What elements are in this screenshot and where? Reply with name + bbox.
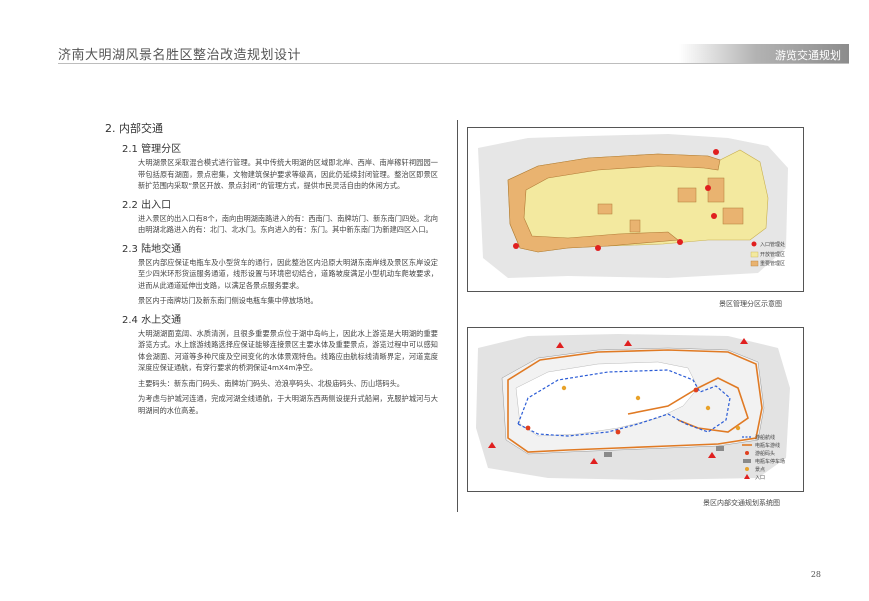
paragraph-land-1: 景区内部应保证电瓶车及小型货车的通行，因此整治区内沿原大明湖东南岸线及景区东岸设… xyxy=(138,257,438,290)
subsection-title-entrances: 2.2 出入口 xyxy=(122,199,172,211)
legend-label: 景点 xyxy=(755,466,765,473)
boat-pier xyxy=(693,387,699,393)
subsection-title-land: 2.3 陆地交通 xyxy=(122,243,182,255)
scenic-spot xyxy=(635,395,641,401)
paragraph-entrances: 进入景区的出入口有8个，南向由明湖南路进入的有：西南门、南牌坊门、新东南门四处。… xyxy=(138,213,438,235)
legend-label: 电瓶车游线 xyxy=(755,442,780,449)
paragraph-water-1: 大明湖湖面宽阔、水质清洌，且很多重要景点位于湖中岛屿上，因此水上游览是大明湖的重… xyxy=(138,328,438,373)
entrance-marker xyxy=(713,149,719,155)
cart-parking xyxy=(716,446,724,451)
scenic-spot xyxy=(561,385,567,391)
entrance-marker xyxy=(705,185,711,191)
section-title: 2. 内部交通 xyxy=(105,122,163,135)
entrance-marker xyxy=(711,213,717,219)
traffic-system-map: 游船航线 电瓶车游线 游船码头 电瓶车停车场 景点 入口 xyxy=(467,327,804,492)
entrance-marker xyxy=(677,239,683,245)
legend-label: 电瓶车停车场 xyxy=(755,458,785,465)
page-number: 28 xyxy=(810,570,821,579)
island xyxy=(677,187,697,203)
map2-caption: 景区内部交通规划系统图 xyxy=(703,499,780,507)
entrance-marker xyxy=(513,243,519,249)
legend-label: 开放管理区 xyxy=(760,251,785,258)
text-column: 2. 内部交通 2.1 管理分区 大明湖景区采取混合模式进行管理。其中传统大明湖… xyxy=(105,120,438,420)
map1-caption: 景区管理分区示意图 xyxy=(719,300,782,308)
scenic-spot xyxy=(705,405,711,411)
legend-label: 游船码头 xyxy=(755,450,775,457)
paragraph-land-2: 景区内于南牌坊门及新东南门侧设电瓶车集中停放场地。 xyxy=(138,296,318,305)
legend-label: 游船航线 xyxy=(755,434,775,441)
subsection-title-management: 2.1 管理分区 xyxy=(122,144,182,155)
map1-legend: 入口管理处 开放管理区 重要管理区 xyxy=(750,241,785,267)
entrance-marker xyxy=(595,245,601,251)
management-zoning-map-drawing: 入口管理处 开放管理区 重要管理区 xyxy=(468,128,803,291)
legend-label: 入口 xyxy=(755,475,765,481)
legend-label: 重要管理区 xyxy=(760,260,785,267)
island xyxy=(597,203,613,215)
document-title: 济南大明湖风景名胜区整治改造规划设计 xyxy=(58,48,302,63)
header-divider xyxy=(58,63,849,64)
boat-pier xyxy=(525,425,531,431)
legend-label: 入口管理处 xyxy=(760,241,785,248)
paragraph-water-2: 主要码头：新东南门码头、南牌坊门码头、沧浪亭码头、北极庙码头、历山塔码头。 xyxy=(138,378,404,388)
boat-pier xyxy=(615,429,621,435)
management-zoning-map: 入口管理处 开放管理区 重要管理区 xyxy=(467,127,804,292)
island xyxy=(629,219,641,233)
paragraph-management: 大明湖景区采取混合模式进行管理。其中传统大明湖的区域即北岸、西岸、南岸稼轩祠园园… xyxy=(138,158,438,190)
island xyxy=(722,207,744,225)
subsection-title-water: 2.4 水上交通 xyxy=(122,314,182,326)
page-header: 济南大明湖风景名胜区整治改造规划设计 游览交通规划 xyxy=(0,44,869,64)
traffic-system-map-drawing: 游船航线 电瓶车游线 游船码头 电瓶车停车场 景点 入口 xyxy=(468,328,803,491)
cart-parking xyxy=(604,452,612,457)
paragraph-water-3: 为考虑与护城河连通，完成河湖全线通航，于大明湖东西两侧设提升式船闸，克服护城河与… xyxy=(138,394,438,415)
section-tag: 游览交通规划 xyxy=(679,44,849,64)
section-tag-label: 游览交通规划 xyxy=(775,49,841,62)
island xyxy=(707,177,725,203)
column-divider xyxy=(457,120,458,512)
scenic-spot xyxy=(735,425,741,431)
